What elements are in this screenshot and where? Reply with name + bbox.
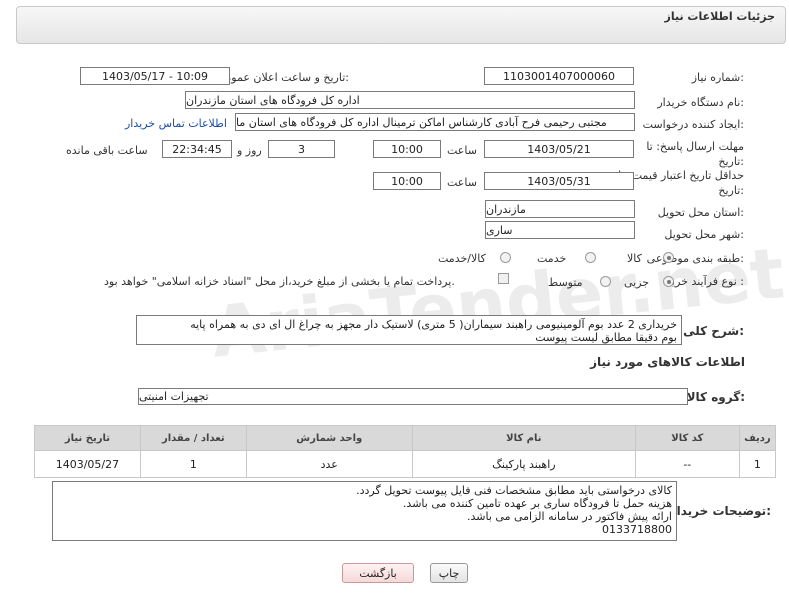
page-title: جزئیات اطلاعات نیاز [664, 10, 776, 23]
validity-time-field[interactable]: 10:00 [373, 172, 441, 190]
col-header-unit: واحد شمارش [245, 425, 413, 451]
buyer-notes-textarea[interactable]: کالای درخواستی باید مطابق مشخصات فنی فای… [52, 481, 677, 541]
notes-line-3: ارائه پیش فاکتور در سامانه الزامی می باش… [467, 510, 672, 523]
days-label: روز و [237, 144, 262, 157]
table-header-row: ردیف کد کالا نام کالا واحد شمارش تعداد /… [34, 425, 777, 451]
buyer-notes-label: توضیحات خریدار: [669, 504, 771, 518]
cell-need-date: 1403/05/27 [34, 450, 141, 478]
description-line-2: بوم دقیقا مطابق لیست پیوست [535, 331, 677, 344]
announce-label: تاریخ و ساعت اعلان عمومی: [216, 71, 349, 84]
process-radio-minor[interactable] [663, 276, 674, 287]
cell-quantity: 1 [139, 450, 247, 478]
category-option-both: کالا/خدمت [438, 252, 486, 265]
cell-row-number: 1 [738, 450, 777, 478]
col-header-goods-code: کد کالا [634, 425, 740, 451]
city-field[interactable]: ساری [485, 221, 635, 239]
cell-goods-name: راهبند پارکینگ [411, 450, 636, 478]
treasury-checkbox[interactable] [498, 273, 509, 284]
col-header-need-date: تاریخ نیاز [34, 425, 141, 451]
items-table-wrapper: ردیف کد کالا نام کالا واحد شمارش تعداد /… [34, 425, 777, 478]
notes-line-4: 0133718800 [602, 523, 672, 536]
process-radio-medium[interactable] [600, 276, 611, 287]
col-header-row-number: ردیف [738, 425, 777, 451]
process-label: نوع فرآیند خرید : [666, 275, 744, 288]
goods-info-title: اطلاعات کالاهای مورد نیاز [590, 355, 745, 369]
need-number-label: شماره نیاز: [691, 71, 744, 84]
category-label: طبقه بندی موضوعی: [646, 252, 744, 265]
cell-goods-code: -- [634, 450, 740, 478]
remaining-time-field[interactable]: 22:34:45 [162, 140, 232, 158]
category-radio-both[interactable] [500, 252, 511, 263]
validity-time-label: ساعت [447, 176, 477, 189]
process-option-medium: متوسط [548, 276, 583, 289]
category-radio-goods[interactable] [663, 252, 674, 263]
description-line-1: خریداری 2 عدد بوم آلومینیومی راهبند سیما… [190, 318, 677, 331]
deadline-time-label: ساعت [447, 144, 477, 157]
validity-date-field[interactable]: 1403/05/31 [484, 172, 634, 190]
city-label: شهر محل تحویل: [664, 228, 744, 241]
creator-field[interactable]: مجتبی رحیمی فرح آبادی کارشناس اماکن ترمی… [235, 113, 635, 131]
announce-date-field[interactable]: 1403/05/17 - 10:09 [80, 67, 230, 85]
col-header-quantity: تعداد / مقدار [139, 425, 247, 451]
goods-group-field[interactable]: تجهیزات امنیتی [138, 388, 688, 405]
back-button[interactable]: بازگشت [342, 563, 414, 583]
col-header-goods-name: نام کالا [411, 425, 636, 451]
goods-group-label: گروه کالا: [686, 390, 745, 404]
category-option-goods: کالا [627, 252, 642, 265]
items-table: ردیف کد کالا نام کالا واحد شمارش تعداد /… [34, 425, 777, 478]
deadline-date-field[interactable]: 1403/05/21 [484, 140, 634, 158]
deadline-label: مهلت ارسال پاسخ: تا تاریخ: [646, 140, 744, 168]
days-count-field[interactable]: 3 [268, 140, 335, 158]
process-option-minor: جزیی [624, 276, 650, 289]
buyer-org-field[interactable]: اداره کل فرودگاه های استان مازندران [185, 91, 635, 109]
deadline-time-field[interactable]: 10:00 [373, 140, 441, 158]
print-button[interactable]: چاپ [430, 563, 468, 583]
category-radio-service[interactable] [585, 252, 596, 263]
province-label: استان محل تحویل: [657, 206, 744, 219]
table-row[interactable]: 1 -- راهبند پارکینگ عدد 1 1403/05/27 [34, 450, 777, 478]
province-field[interactable]: مازندران [485, 200, 635, 218]
remaining-label: ساعت باقی مانده [66, 144, 148, 157]
description-textarea[interactable]: خریداری 2 عدد بوم آلومینیومی راهبند سیما… [136, 315, 682, 345]
need-number-field[interactable]: 1103001407000060 [484, 67, 634, 85]
creator-label: ایجاد کننده درخواست: [642, 118, 744, 131]
contact-info-link[interactable]: اطلاعات تماس خریدار [125, 117, 227, 130]
category-option-service: خدمت [537, 252, 567, 265]
notes-line-1: کالای درخواستی باید مطابق مشخصات فنی فای… [356, 484, 672, 497]
buyer-org-label: نام دستگاه خریدار: [657, 96, 744, 109]
notes-line-2: هزینه حمل تا فرودگاه ساری بر عهده تامین … [402, 497, 672, 510]
cell-unit: عدد [245, 450, 413, 478]
payment-note: پرداخت تمام یا بخشی از مبلغ خرید،از محل … [104, 275, 455, 288]
